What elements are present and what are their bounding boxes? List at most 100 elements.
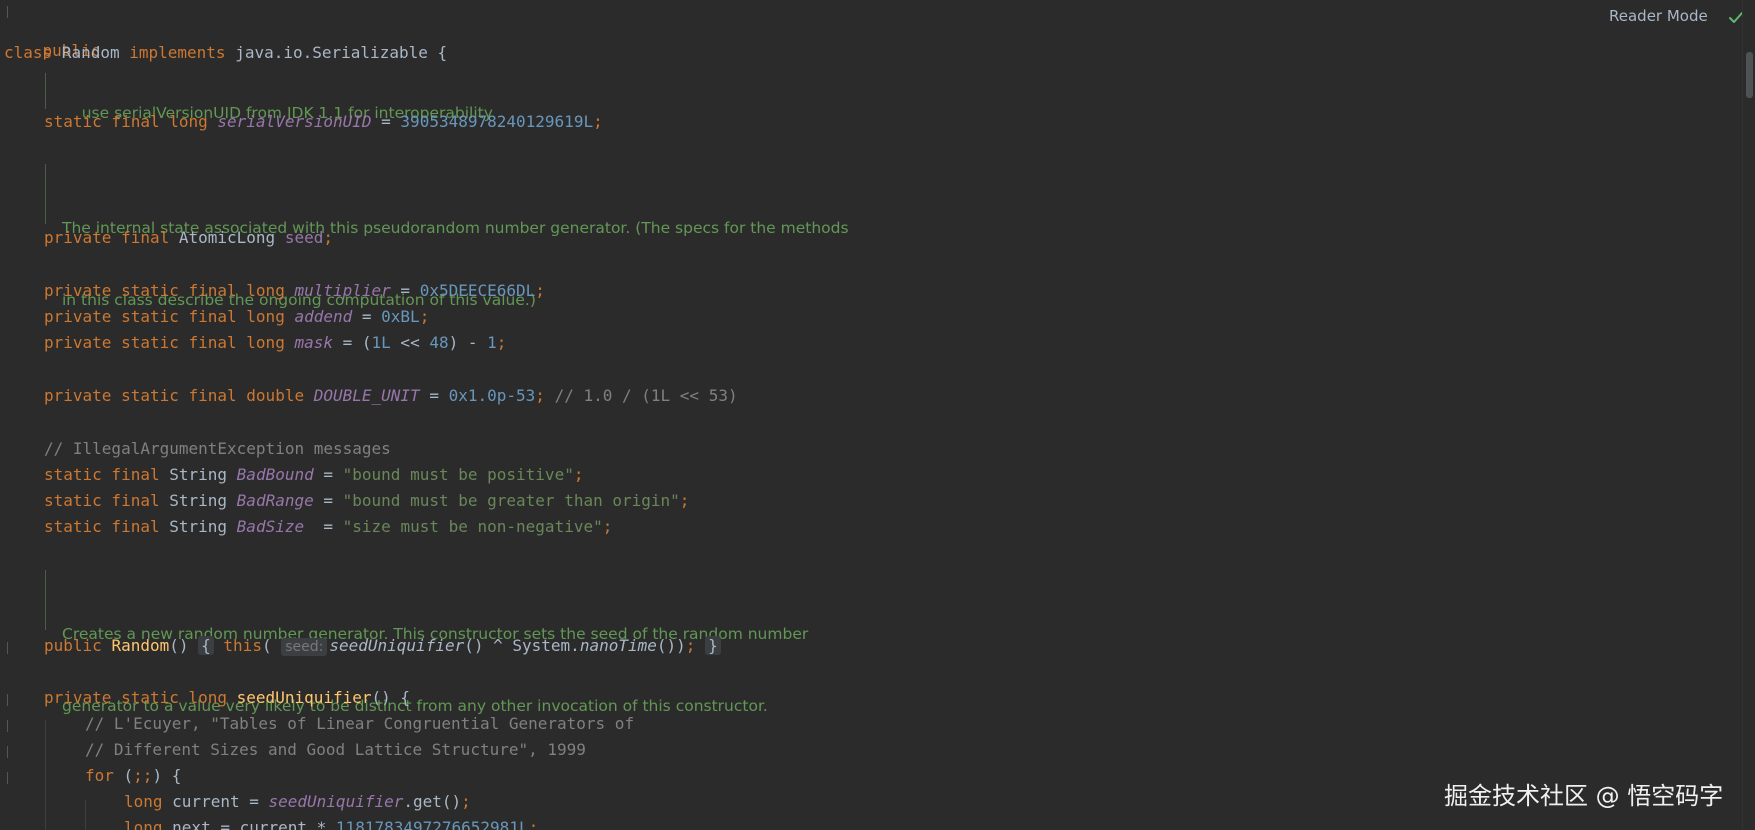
operator: = [419,386,449,405]
code-line: private static final long addend = 0xBL; [44,305,429,329]
number-literal: 0x1.0p-53 [448,386,536,405]
string-literal: "bound must be positive" [342,465,574,484]
type-name: String [169,491,237,510]
keyword: static final [44,491,170,510]
doc-comment: use serialVersionUID from JDK 1.1 for in… [45,73,493,122]
method-name: seedUniquifier [236,688,372,707]
field-name: multiplier [294,281,391,300]
paren: ()) [656,636,686,655]
keyword: private static final long [44,281,295,300]
semicolon: ; [602,517,613,536]
paren: () [169,636,199,655]
gutter-fold-mark[interactable] [7,772,8,784]
line-comment: // 1.0 / (1L << 53) [544,386,738,405]
number-literal: 1 [487,333,497,352]
keyword: for [85,766,114,785]
code-line: private static final long mask = (1L << … [44,331,506,355]
keyword: private final [44,228,179,247]
paren: ( [261,636,272,655]
number-literal: 48 [429,333,449,352]
gutter-fold-mark[interactable] [7,746,8,758]
semicolon: ; [323,228,333,247]
constructor-name: Random [111,636,170,655]
code-line: private static long seedUniquifier() { [44,686,410,710]
method-call: seedUniquifier [329,636,465,655]
code-line: // IllegalArgumentException messages [44,437,391,461]
code-line: static final long serialVersionUID = 390… [44,110,603,134]
operator: = [313,465,343,484]
code-line: private static final long multiplier = 0… [44,279,545,303]
semicolon: ; [419,307,430,326]
line-comment: // L'Ecuyer, "Tables of Linear Congruent… [85,714,635,733]
code-line: public [4,15,101,60]
code-line: class Random implements java.io.Serializ… [4,41,447,65]
code-line: public Random() { this( seed: seedUniquif… [44,634,721,658]
keyword: class [4,43,53,62]
code-line: // L'Ecuyer, "Tables of Linear Congruent… [85,712,634,736]
type-name: String [169,465,237,484]
semicolon: ; [679,491,690,510]
keyword: static final long [44,112,218,131]
field-name: DOUBLE_UNIT [313,386,420,405]
keyword: private static long [44,688,237,707]
keyword: static final [44,517,170,536]
fold-marker[interactable]: { [198,636,214,655]
number-literal: 0x5DEECE66DL [419,281,536,300]
vertical-scrollbar[interactable] [1742,0,1755,830]
number-literal: 0xBL [381,307,420,326]
string-literal: "size must be non-negative" [342,517,603,536]
code-line: static final String BadSize = "size must… [44,515,612,539]
keyword: long [124,818,163,830]
code-line: for (;;) { [85,764,181,788]
keyword: private static final double [44,386,314,405]
semicolon: ; [535,281,545,300]
line-comment: // IllegalArgumentException messages [44,439,391,458]
code-text: () ^ System. [464,636,580,655]
keyword: long [124,792,163,811]
field-name: mask [294,333,333,352]
gutter-fold-mark[interactable] [7,720,8,732]
number-literal: 3905348978240129619L [400,112,594,131]
operator: ) - [448,333,488,352]
semicolon: ; [685,636,696,655]
gutter-fold-mark[interactable] [7,642,8,654]
code-line: // Different Sizes and Good Lattice Stru… [85,738,586,762]
fold-marker[interactable]: } [705,636,721,655]
number-literal: 1181783497276652981L [335,818,529,830]
operator: = [332,333,362,352]
parameter-hint: seed: [281,638,328,656]
watermark: 掘金技术社区 @ 悟空码字 [1444,782,1724,810]
code-line: private final AtomicLong seed; [44,226,333,250]
type-name: AtomicLong [178,228,285,247]
scrollbar-thumb[interactable] [1746,52,1753,98]
keyword: public [44,636,112,655]
operator: = [352,307,382,326]
indent-guide [45,720,46,830]
semicolon: ;; [133,766,153,785]
code-editor[interactable]: public class Random implements java.io.S… [0,0,1755,830]
keyword: this [213,636,262,655]
keyword: static final [44,465,170,484]
code-text: .get() [403,792,462,811]
code-line: static final String BadRange = "bound mu… [44,489,689,513]
reader-mode-button[interactable]: Reader Mode [1609,7,1708,25]
method-call: nanoTime [579,636,657,655]
doc-comment: The internal state associated with this … [45,164,849,309]
code-text: () { [371,688,411,707]
indent-guide [85,800,86,830]
gutter-fold-mark[interactable] [7,694,8,706]
field-name: serialVersionUID [217,112,372,131]
doc-comment: Creates a new random number generator. T… [45,570,808,715]
field-name: BadRange [236,491,314,510]
type-name: String [169,517,237,536]
semicolon: ; [496,333,507,352]
operator: = [371,112,401,131]
operator: << [390,333,430,352]
string-literal: "bound must be greater than origin" [342,491,680,510]
class-name: Random [52,43,130,62]
keyword: private static final long [44,333,295,352]
number-literal: 1L [371,333,391,352]
semicolon: ; [573,465,584,484]
code-text: next = current * [162,818,336,830]
field-name: seed [284,228,324,247]
